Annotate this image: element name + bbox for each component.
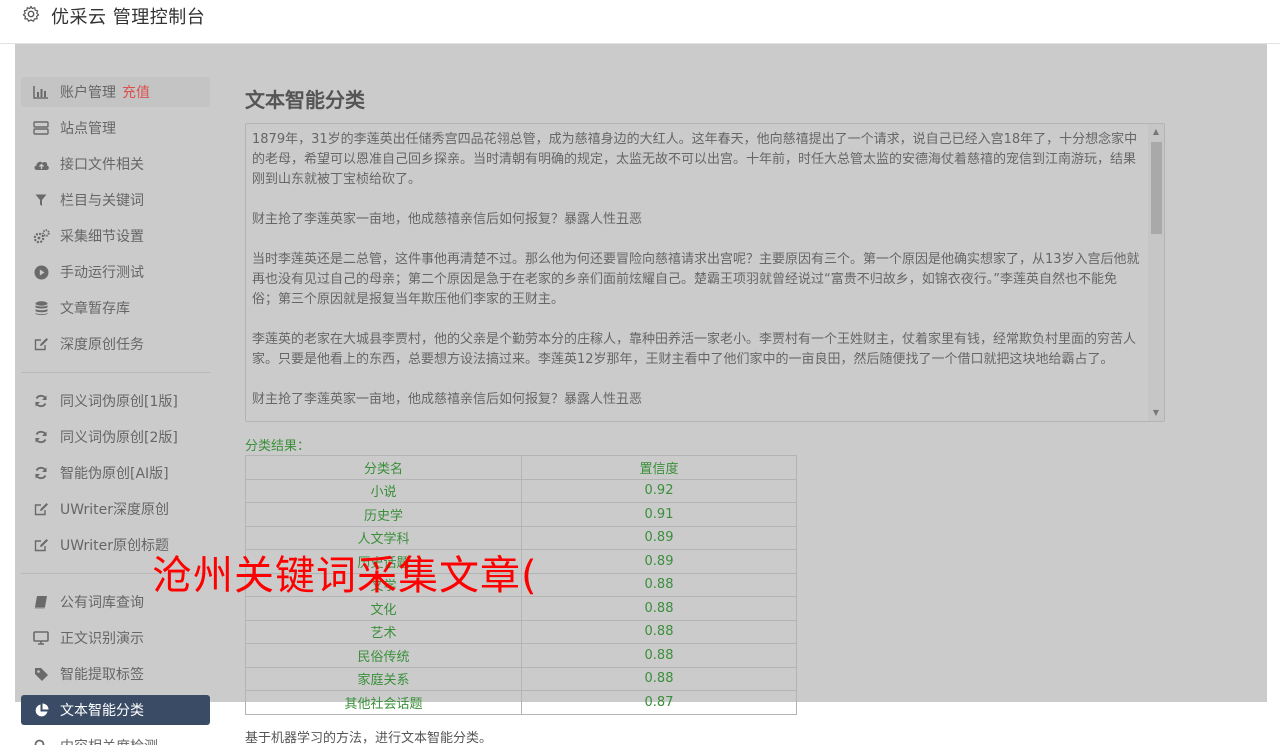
sidebar-item-tag-extract[interactable]: 智能提取标签 — [21, 659, 210, 689]
article-text: 1879年，31岁的李莲英出任储秀宫四品花翎总管，成为慈禧身边的大红人。这年春天… — [252, 130, 1142, 421]
sidebar-item-label: 栏目与关键词 — [60, 193, 144, 209]
sidebar-item-label: UWriter深度原创 — [60, 502, 169, 518]
book-icon — [32, 593, 50, 611]
confidence-cell: 0.87 — [521, 690, 797, 715]
edit-icon — [32, 335, 50, 353]
scroll-down-arrow-icon[interactable]: ▼ — [1152, 409, 1160, 417]
play-circle-icon — [32, 263, 50, 281]
category-cell: 艺术 — [245, 619, 522, 644]
category-cell: 民俗传统 — [245, 643, 522, 668]
sidebar-item-account[interactable]: 账户管理 充值 — [21, 77, 210, 107]
confidence-cell: 0.88 — [521, 666, 797, 691]
page-title: 文本智能分类 — [245, 88, 365, 112]
sidebar-item-deep-original[interactable]: 深度原创任务 — [21, 329, 210, 359]
scrollbar-thumb[interactable] — [1151, 142, 1162, 234]
sidebar-item-columns-keywords[interactable]: 栏目与关键词 — [21, 185, 210, 215]
confidence-cell: 0.91 — [521, 502, 797, 527]
sidebar-item-manual-run[interactable]: 手动运行测试 — [21, 257, 210, 287]
table-row: 小说 0.92 — [245, 478, 797, 503]
category-cell: 小说 — [245, 478, 522, 503]
sidebar-divider — [21, 372, 210, 373]
sidebar-item-collect-settings[interactable]: 采集细节设置 — [21, 221, 210, 251]
sidebar-item-text-classify[interactable]: 文本智能分类 — [21, 695, 210, 725]
column-header-confidence: 置信度 — [521, 455, 797, 480]
column-header-category: 分类名 — [245, 455, 522, 480]
sidebar-item-label: 内容相关度检测 — [60, 736, 158, 745]
bar-chart-icon — [32, 83, 50, 101]
table-row: 家庭关系 0.88 — [245, 666, 797, 691]
database-icon — [32, 299, 50, 317]
refresh-icon — [32, 428, 50, 446]
scroll-up-arrow-icon[interactable]: ▲ — [1152, 128, 1160, 136]
watermark-text: 沧州关键词采集文章( — [152, 553, 538, 599]
sidebar-item-label: 账户管理 — [60, 85, 116, 101]
sidebar-item-ai-rewrite[interactable]: 智能伪原创[AI版] — [21, 458, 210, 488]
article-textarea[interactable]: 1879年，31岁的李莲英出任储秀宫四品花翎总管，成为慈禧身边的大红人。这年春天… — [245, 123, 1165, 422]
sidebar-item-label: 智能伪原创[AI版] — [60, 466, 169, 482]
sidebar-item-label: 手动运行测试 — [60, 265, 144, 281]
article-paragraph: 财主抢了李莲英家一亩地，他成慈禧亲信后如何报复？暴露人性丑恶 — [252, 392, 643, 407]
sidebar-item-label: 采集细节设置 — [60, 229, 144, 245]
result-label: 分类结果： — [245, 439, 311, 454]
gear-icon — [22, 5, 40, 22]
filter-icon — [32, 191, 50, 209]
table-row: 其他社会话题 0.87 — [245, 690, 797, 715]
article-paragraph: 李莲英的老家在大城县李贾村，他的父亲是个勤劳本分的庄稼人，靠种田养活一家老小。李… — [252, 332, 1137, 367]
confidence-cell: 0.88 — [521, 619, 797, 644]
confidence-cell: 0.89 — [521, 549, 797, 574]
article-paragraph: 财主抢了李莲英家一亩地，他成慈禧亲信后如何报复？暴露人性丑恶 — [252, 212, 643, 227]
table-row: 民俗传统 0.88 — [245, 643, 797, 668]
confidence-cell: 0.89 — [521, 525, 797, 550]
sidebar-item-label: 公有词库查询 — [60, 595, 144, 611]
sidebar-item-article-store[interactable]: 文章暂存库 — [21, 293, 210, 323]
sidebar-item-synonym-v2[interactable]: 同义词伪原创[2版] — [21, 422, 210, 452]
top-bar: 优采云 管理控制台 — [0, 0, 1280, 44]
textarea-scrollbar[interactable]: ▲ ▼ — [1148, 124, 1164, 421]
tag-icon — [32, 665, 50, 683]
search-icon — [32, 737, 50, 745]
sidebar-item-label: 文本智能分类 — [60, 703, 144, 719]
refresh-icon — [32, 392, 50, 410]
sidebar-item-label: 同义词伪原创[1版] — [60, 394, 178, 410]
confidence-cell: 0.92 — [521, 478, 797, 503]
pie-chart-icon — [32, 701, 50, 719]
right-gutter — [1267, 44, 1280, 745]
confidence-cell: 0.88 — [521, 643, 797, 668]
left-gutter — [0, 44, 15, 745]
feature-description: 基于机器学习的方法，进行文本智能分类。 — [245, 731, 493, 745]
sidebar-item-label: 同义词伪原创[2版] — [60, 430, 178, 446]
sidebar-item-uwriter-deep[interactable]: UWriter深度原创 — [21, 494, 210, 524]
sidebar-item-interface-files[interactable]: 接口文件相关 — [21, 149, 210, 179]
recharge-link[interactable]: 充值 — [122, 82, 150, 102]
confidence-cell: 0.88 — [521, 596, 797, 621]
edit-icon — [32, 500, 50, 518]
article-paragraph: 当时李莲英还是二总管，这件事他再清楚不过。那么他为何还要冒险向慈禧请求出宫呢？主… — [252, 252, 1140, 307]
cloud-upload-icon — [32, 155, 50, 173]
sidebar-item-relevance-check[interactable]: 内容相关度检测 — [21, 731, 210, 745]
confidence-cell: 0.88 — [521, 572, 797, 597]
edit-icon — [32, 536, 50, 554]
monitor-icon — [32, 629, 50, 647]
app-title: 优采云 管理控制台 — [51, 7, 206, 28]
sidebar-item-synonym-v1[interactable]: 同义词伪原创[1版] — [21, 386, 210, 416]
sidebar-item-label: 智能提取标签 — [60, 667, 144, 683]
sidebar-item-label: 正文识别演示 — [60, 631, 144, 647]
category-cell: 其他社会话题 — [245, 690, 522, 715]
table-header-row: 分类名 置信度 — [245, 455, 797, 480]
refresh-icon — [32, 464, 50, 482]
sidebar-item-label: 接口文件相关 — [60, 157, 144, 173]
sidebar-item-label: 深度原创任务 — [60, 337, 144, 353]
sidebar-item-content-recognition[interactable]: 正文识别演示 — [21, 623, 210, 653]
category-cell: 历史学 — [245, 502, 522, 527]
gears-icon — [32, 227, 50, 245]
server-icon — [32, 119, 50, 137]
table-row: 艺术 0.88 — [245, 619, 797, 644]
category-cell: 家庭关系 — [245, 666, 522, 691]
sidebar-item-label: 文章暂存库 — [60, 301, 130, 317]
sidebar-item-label: 站点管理 — [60, 121, 116, 137]
sidebar-item-sites[interactable]: 站点管理 — [21, 113, 210, 143]
table-row: 历史学 0.91 — [245, 502, 797, 527]
article-paragraph: 1879年，31岁的李莲英出任储秀宫四品花翎总管，成为慈禧身边的大红人。这年春天… — [252, 132, 1138, 187]
